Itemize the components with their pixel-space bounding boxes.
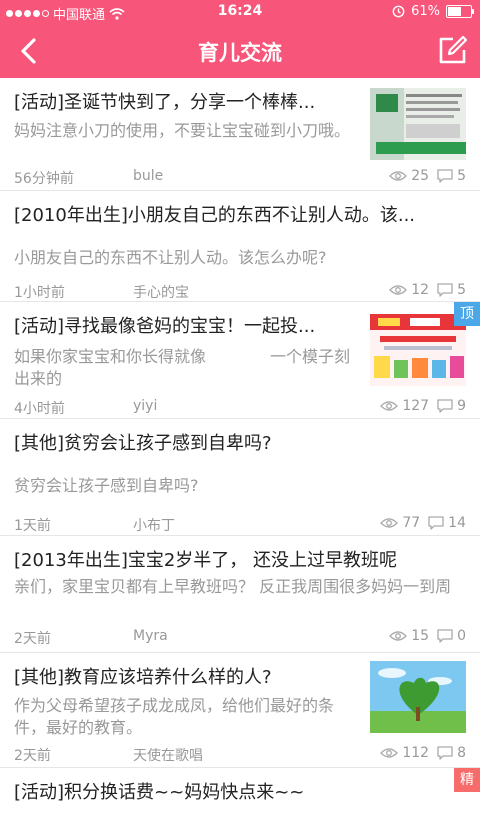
comment-icon bbox=[437, 746, 453, 760]
post-title: [其他]教育应该培养什么样的人? bbox=[14, 667, 272, 688]
eye-icon bbox=[380, 748, 399, 758]
battery-info: 61% bbox=[392, 4, 474, 19]
eye-icon bbox=[389, 285, 408, 295]
post-title: [活动]寻找最像爸妈的宝宝！一起投... bbox=[14, 316, 316, 337]
post-author: 手心的宝 bbox=[133, 285, 189, 301]
post-author: Myra bbox=[133, 628, 168, 644]
comment-count: 5 bbox=[457, 168, 466, 184]
post-summary: 作为父母希望孩子成龙成凤，给他们最好的条件，最好的教育。 bbox=[14, 696, 335, 737]
post-stats: 112 8 bbox=[380, 745, 466, 761]
comment-count: 8 bbox=[457, 745, 466, 761]
comment-count: 5 bbox=[457, 282, 466, 298]
post-time: 4小时前 bbox=[14, 401, 65, 417]
post-author: bule bbox=[133, 168, 164, 184]
post-item[interactable]: [活动]寻找最像爸妈的宝宝！一起投... 如果你家宝宝和你长得就像 一个模子刻出… bbox=[0, 302, 480, 419]
post-summary: 小朋友自己的东西不让别人动。该怎么办呢? bbox=[14, 248, 327, 267]
eye-icon bbox=[389, 631, 408, 641]
post-author: 小布丁 bbox=[133, 518, 175, 534]
post-time: 1天前 bbox=[14, 518, 51, 534]
post-summary: 贫穷会让孩子感到自卑吗? bbox=[14, 476, 199, 495]
post-item[interactable]: [其他]贫穷会让孩子感到自卑吗? 贫穷会让孩子感到自卑吗? 1天前 小布丁 77… bbox=[0, 419, 480, 536]
post-title: [活动]圣诞节快到了，分享一个棒棒... bbox=[14, 92, 316, 113]
view-count: 127 bbox=[402, 398, 430, 414]
post-summary: 亲们，家里宝贝都有上早教班吗？ 反正我周围很多妈妈一到周 bbox=[14, 577, 452, 596]
eye-icon bbox=[380, 401, 399, 411]
post-stats: 15 0 bbox=[389, 628, 466, 644]
post-title: [活动]积分换话费~~妈妈快点来~~ bbox=[14, 782, 305, 803]
view-count: 77 bbox=[402, 515, 421, 531]
post-item[interactable]: [其他]教育应该培养什么样的人? 作为父母希望孩子成龙成凤，给他们最好的条件，最… bbox=[0, 653, 480, 768]
eye-icon bbox=[389, 171, 408, 181]
post-author: 天使在歌唱 bbox=[133, 748, 203, 764]
post-title: [2010年出生]小朋友自己的东西不让别人动。该... bbox=[14, 205, 416, 226]
comment-icon bbox=[437, 283, 453, 297]
post-time: 2天前 bbox=[14, 748, 51, 764]
status-bar: 中国联通 16:24 61% bbox=[0, 0, 480, 24]
post-stats: 77 14 bbox=[380, 515, 466, 531]
view-count: 25 bbox=[411, 168, 430, 184]
view-count: 112 bbox=[402, 745, 430, 761]
comment-count: 9 bbox=[457, 398, 466, 414]
view-count: 12 bbox=[411, 282, 430, 298]
post-stats: 127 9 bbox=[380, 398, 466, 414]
compose-icon[interactable] bbox=[436, 35, 468, 67]
page-title: 育儿交流 bbox=[198, 41, 282, 65]
post-summary: 妈妈注意小刀的使用，不要让宝宝碰到小刀哦。 bbox=[14, 121, 351, 140]
comment-icon bbox=[437, 399, 453, 413]
post-stats: 12 5 bbox=[389, 282, 466, 298]
comment-count: 0 bbox=[457, 628, 466, 644]
post-title: [2013年出生]宝宝2岁半了， 还没上过早教班呢 bbox=[14, 550, 398, 571]
comment-count: 14 bbox=[448, 515, 466, 531]
eye-icon bbox=[380, 518, 399, 528]
post-thumbnail bbox=[370, 88, 466, 160]
post-item[interactable]: [2010年出生]小朋友自己的东西不让别人动。该... 小朋友自己的东西不让别人… bbox=[0, 191, 480, 302]
post-stats: 25 5 bbox=[389, 168, 466, 184]
battery-percent: 61% bbox=[411, 4, 440, 19]
post-time: 56分钟前 bbox=[14, 171, 74, 187]
battery-icon bbox=[446, 5, 474, 18]
comment-icon bbox=[437, 169, 453, 183]
top-badge: 顶 bbox=[454, 302, 480, 326]
comment-icon bbox=[428, 516, 444, 530]
nav-bar: 育儿交流 bbox=[0, 24, 480, 78]
post-thumbnail bbox=[370, 314, 466, 386]
post-time: 2天前 bbox=[14, 631, 51, 647]
alarm-icon bbox=[392, 5, 405, 18]
featured-badge: 精 bbox=[454, 768, 480, 792]
comment-icon bbox=[437, 629, 453, 643]
post-summary: 如果你家宝宝和你长得就像 一个模子刻出来的 bbox=[14, 347, 351, 388]
post-author: yiyi bbox=[133, 398, 158, 414]
view-count: 15 bbox=[411, 628, 430, 644]
post-time: 1小时前 bbox=[14, 285, 65, 301]
post-thumbnail bbox=[370, 661, 466, 733]
post-item[interactable]: [活动]圣诞节快到了，分享一个棒棒... 妈妈注意小刀的使用，不要让宝宝碰到小刀… bbox=[0, 78, 480, 191]
post-title: [其他]贫穷会让孩子感到自卑吗? bbox=[14, 433, 272, 454]
post-list: [活动]圣诞节快到了，分享一个棒棒... 妈妈注意小刀的使用，不要让宝宝碰到小刀… bbox=[0, 78, 480, 818]
post-item[interactable]: [2013年出生]宝宝2岁半了， 还没上过早教班呢 亲们，家里宝贝都有上早教班吗… bbox=[0, 536, 480, 653]
post-item[interactable]: [活动]积分换话费~~妈妈快点来~~ 精 bbox=[0, 768, 480, 818]
